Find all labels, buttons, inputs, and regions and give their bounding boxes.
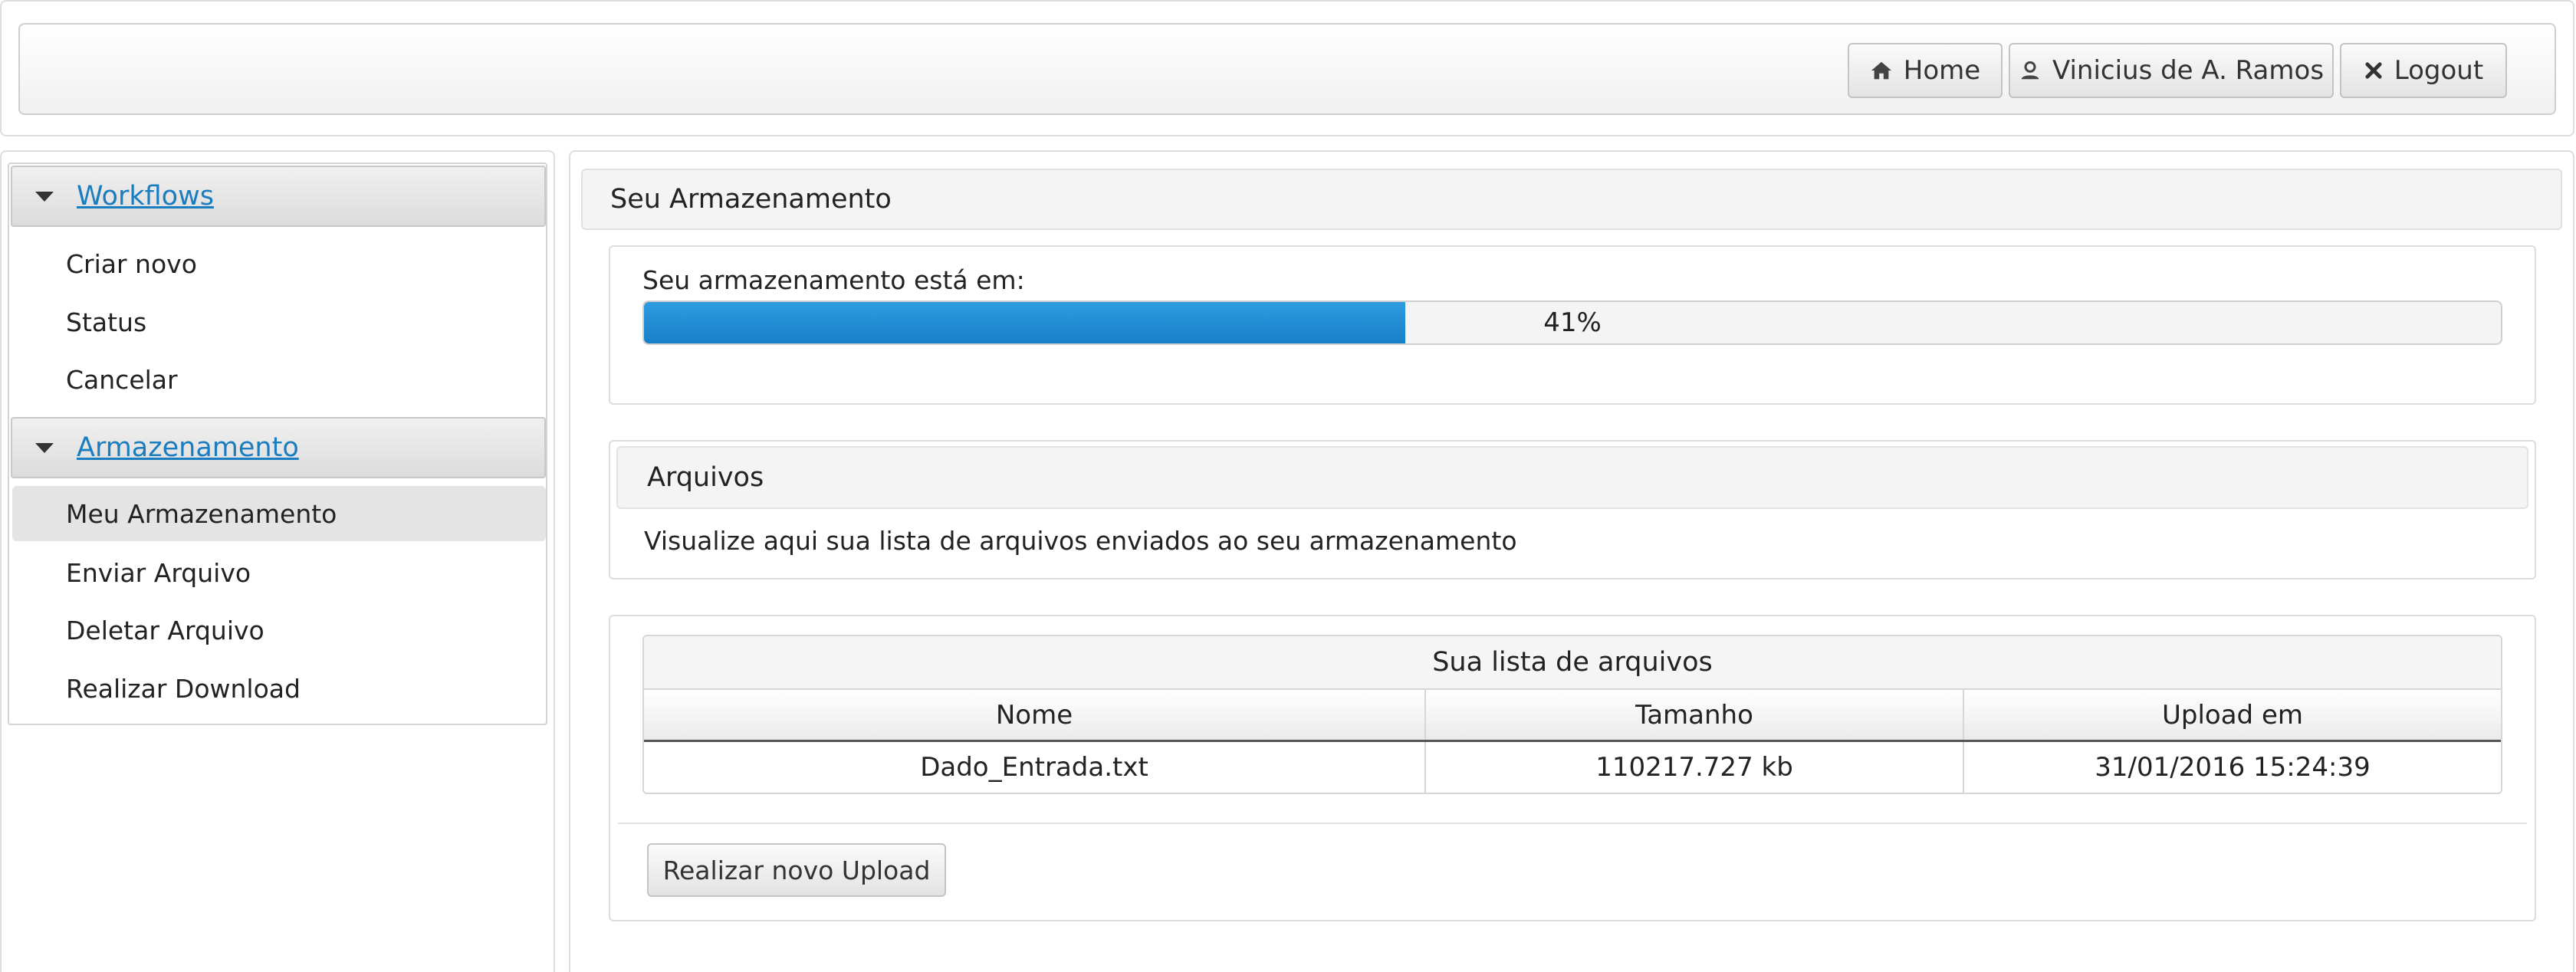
progress-percent: 41% bbox=[1543, 307, 1602, 338]
new-upload-button[interactable]: Realizar novo Upload bbox=[647, 843, 946, 897]
card-divider bbox=[618, 823, 2527, 824]
home-icon bbox=[1870, 59, 1893, 82]
sidebar-item-meu-armazenamento[interactable]: Meu Armazenamento bbox=[12, 486, 546, 541]
sidebar-item-criar-novo[interactable]: Criar novo bbox=[12, 236, 546, 291]
close-icon bbox=[2364, 61, 2384, 80]
caret-down-icon bbox=[35, 191, 54, 202]
menu-section-armazenamento[interactable]: Armazenamento bbox=[11, 417, 546, 478]
caret-down-icon bbox=[35, 442, 54, 453]
cell-upload-date: 31/01/2016 15:24:39 bbox=[2095, 752, 2371, 783]
column-header-upload-em[interactable]: Upload em bbox=[1964, 690, 2501, 740]
column-header-nome[interactable]: Nome bbox=[644, 690, 1426, 740]
top-toolbar: Home Vinicius de A. Ramos Logout bbox=[18, 23, 2556, 115]
cell-file-name: Dado_Entrada.txt bbox=[644, 742, 1426, 793]
user-button-label: Vinicius de A. Ramos bbox=[2052, 55, 2325, 86]
table-caption: Sua lista de arquivos bbox=[644, 636, 2501, 690]
home-button[interactable]: Home bbox=[1848, 43, 2003, 98]
sidebar-item-cancelar[interactable]: Cancelar bbox=[12, 352, 546, 407]
sidebar-item-deletar-arquivo[interactable]: Deletar Arquivo bbox=[12, 603, 546, 658]
sidebar-item-realizar-download[interactable]: Realizar Download bbox=[12, 661, 546, 716]
menu-section-title[interactable]: Workflows bbox=[77, 181, 214, 212]
sidebar-menu: Workflows Criar novo Status Cancelar Arm… bbox=[8, 163, 547, 725]
files-description: Visualize aqui sua lista de arquivos env… bbox=[644, 526, 1517, 556]
file-table: Sua lista de arquivos Nome Tamanho Uploa… bbox=[642, 635, 2502, 794]
menu-section-workflows[interactable]: Workflows bbox=[11, 166, 546, 227]
files-title: Arquivos bbox=[616, 446, 2528, 509]
sidebar-item-enviar-arquivo[interactable]: Enviar Arquivo bbox=[12, 545, 546, 600]
user-profile-button[interactable]: Vinicius de A. Ramos bbox=[2009, 43, 2334, 98]
table-row[interactable]: Dado_Entrada.txt 110217.727 kb 31/01/201… bbox=[644, 742, 2501, 793]
column-header-tamanho[interactable]: Tamanho bbox=[1426, 690, 1964, 740]
panel-title: Seu Armazenamento bbox=[581, 169, 2562, 230]
home-button-label: Home bbox=[1903, 55, 1981, 86]
logout-button[interactable]: Logout bbox=[2340, 43, 2507, 98]
table-header: Nome Tamanho Upload em bbox=[644, 690, 2501, 742]
logout-button-label: Logout bbox=[2394, 55, 2484, 86]
storage-label: Seu armazenamento está em: bbox=[642, 265, 1025, 295]
cell-file-size: 110217.727 kb bbox=[1426, 742, 1964, 793]
menu-section-title[interactable]: Armazenamento bbox=[77, 432, 299, 463]
storage-progress-bar: 41% bbox=[642, 300, 2502, 345]
user-icon bbox=[2019, 59, 2042, 82]
sidebar-item-status[interactable]: Status bbox=[12, 294, 546, 350]
